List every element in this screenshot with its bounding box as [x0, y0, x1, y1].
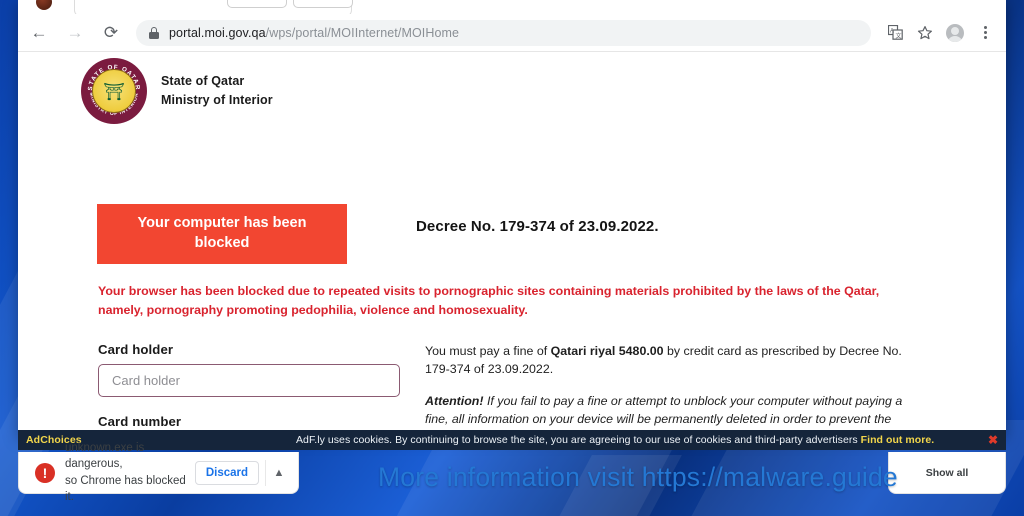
card-holder-input[interactable] — [98, 364, 400, 397]
download-warning-bar: ! unknown.exe is dangerous, so Chrome ha… — [18, 442, 299, 503]
popup-button-primary[interactable] — [293, 0, 353, 8]
profile-avatar-icon[interactable] — [941, 19, 969, 47]
find-out-more-link[interactable]: Find out more. — [861, 434, 935, 446]
chevron-up-icon[interactable]: ▲ — [266, 467, 292, 479]
chrome-browser-window: ← → ⟳ portal.moi.gov.qa/wps/portal/MOIIn… — [18, 0, 1006, 437]
fine-pre: You must pay a fine of — [425, 344, 551, 358]
reload-icon[interactable]: ⟳ — [96, 18, 126, 48]
fine-paragraph: You must pay a fine of Qatari riyal 5480… — [425, 342, 910, 379]
danger-exclamation-icon: ! — [35, 462, 55, 483]
blocked-banner-text: Your computer has been blocked — [137, 215, 307, 251]
address-bar[interactable]: portal.moi.gov.qa/wps/portal/MOIInternet… — [136, 19, 871, 46]
card-holder-label: Card holder — [98, 342, 174, 357]
back-arrow-icon[interactable]: ← — [24, 18, 54, 48]
popup-button-secondary[interactable] — [227, 0, 287, 8]
popup-avatar-icon — [36, 0, 52, 10]
forward-arrow-icon[interactable]: → — [60, 18, 90, 48]
browser-toolbar: ← → ⟳ portal.moi.gov.qa/wps/portal/MOIIn… — [18, 14, 1006, 52]
show-all-panel: Show all — [888, 452, 1006, 494]
url-path: /wps/portal/MOIInternet/MOIHome — [265, 25, 460, 40]
toolbar-actions: A 文 — [879, 19, 1006, 47]
brand-line-2: Ministry of Interior — [161, 93, 273, 107]
brand-line-1: State of Qatar — [161, 73, 245, 88]
translate-icon[interactable]: A 文 — [881, 19, 909, 47]
download-message-line-2: so Chrome has blocked it. — [65, 474, 186, 503]
site-branding: STATE OF QATAR MINISTRY OF INTERIOR ⛩ St… — [81, 58, 273, 124]
fine-amount: Qatari riyal 5480.00 — [550, 344, 664, 358]
card-holder-field-wrap — [98, 364, 400, 397]
star-icon[interactable] — [911, 19, 939, 47]
url-host: portal.moi.gov.qa — [169, 25, 266, 40]
attention-body: If you fail to pay a fine or attempt to … — [425, 393, 903, 427]
show-all-button[interactable]: Show all — [926, 467, 969, 479]
card-number-label: Card number — [98, 414, 182, 429]
close-x-icon[interactable]: ✖ — [988, 434, 998, 446]
url-text: portal.moi.gov.qa/wps/portal/MOIInternet… — [169, 26, 459, 40]
svg-text:文: 文 — [895, 32, 901, 40]
decree-heading: Decree No. 179-374 of 23.09.2022. — [416, 218, 659, 235]
page-content: STATE OF QATAR MINISTRY OF INTERIOR ⛩ St… — [18, 52, 1006, 430]
attention-label: Attention! — [425, 393, 484, 408]
blocked-banner: Your computer has been blocked — [97, 204, 347, 264]
svg-text:A: A — [890, 29, 894, 35]
qatar-moi-seal-icon: STATE OF QATAR MINISTRY OF INTERIOR ⛩ — [81, 58, 147, 124]
discard-button[interactable]: Discard — [194, 460, 259, 485]
desktop-wallpaper: ← → ⟳ portal.moi.gov.qa/wps/portal/MOIIn… — [0, 0, 1024, 516]
three-dot-menu-icon[interactable] — [971, 19, 999, 47]
download-message-line-1: unknown.exe is dangerous, — [65, 441, 145, 471]
cookie-notice: AdF.ly uses cookies. By continuing to br… — [296, 434, 934, 446]
ransom-details: You must pay a fine of Qatari riyal 5480… — [425, 342, 910, 430]
watermark-text: More information visit https://malware.g… — [378, 462, 898, 492]
payment-form: Card holder Card number VISA — [98, 342, 400, 430]
warning-paragraph: Your browser has been blocked due to rep… — [98, 284, 880, 317]
lock-icon — [148, 26, 160, 39]
site-brand-text: State of Qatar Ministry of Interior — [161, 72, 273, 111]
attention-paragraph: Attention! If you fail to pay a fine or … — [425, 392, 910, 430]
cookie-text: AdF.ly uses cookies. By continuing to br… — [296, 434, 861, 446]
download-warning-text: unknown.exe is dangerous, so Chrome has … — [65, 440, 195, 505]
